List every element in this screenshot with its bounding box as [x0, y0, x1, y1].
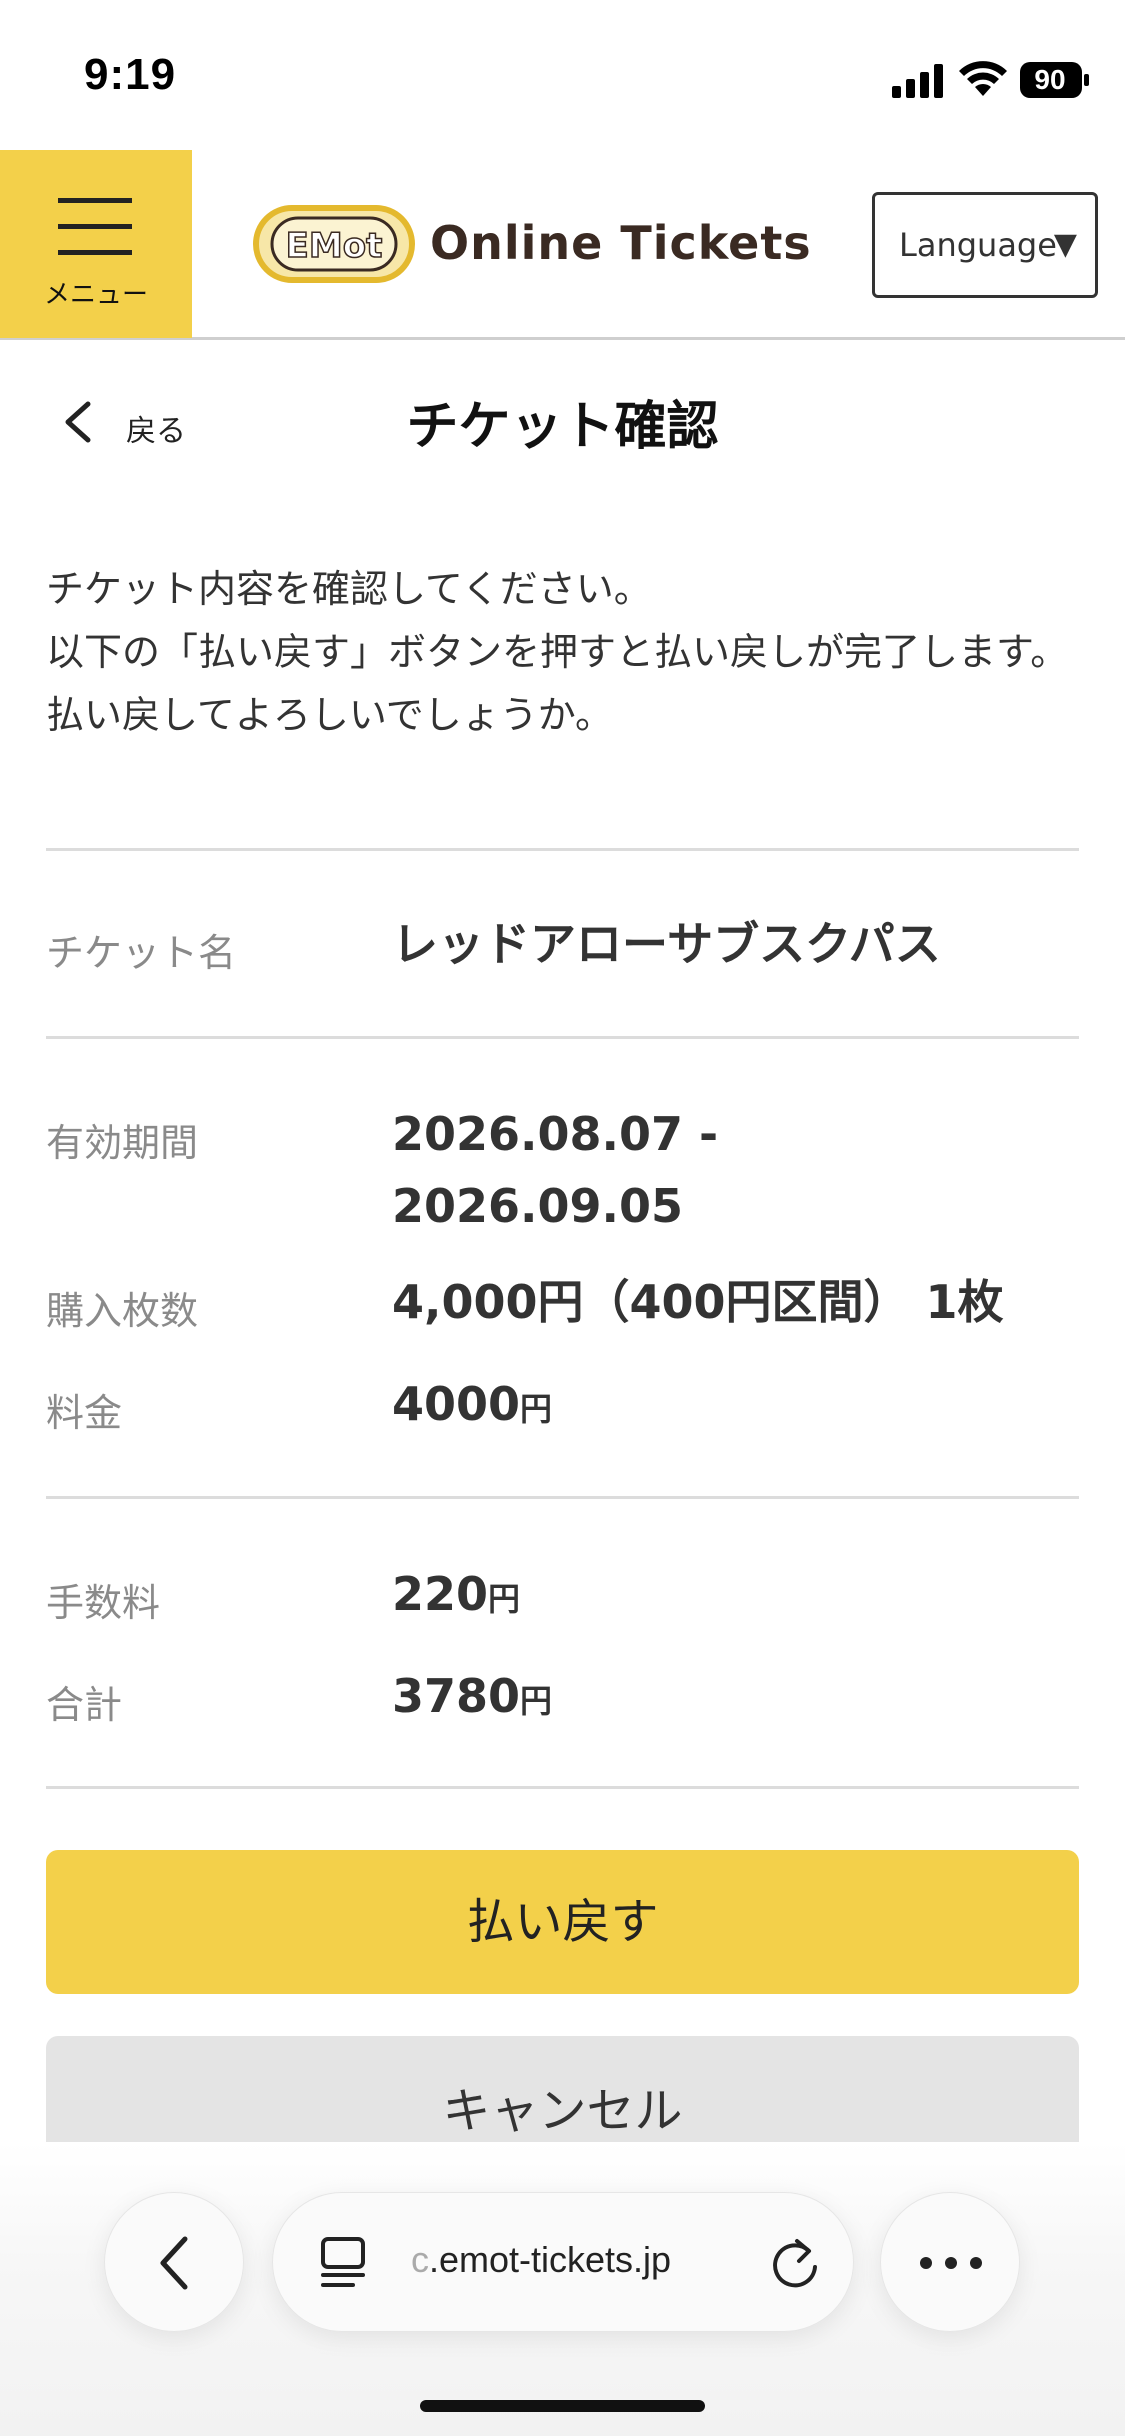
ticket-name-label: チケット名: [46, 931, 237, 975]
url-domain: .emot-tickets.jp: [429, 2239, 672, 2280]
cellular-signal-icon: [892, 64, 943, 98]
address-bar[interactable]: c.emot-tickets.jp: [272, 2192, 854, 2332]
menu-label: メニュー: [43, 280, 148, 310]
wifi-icon: [959, 61, 1007, 96]
fee-label: 手数料: [46, 1581, 161, 1625]
dropdown-arrow-icon: ▼: [1053, 227, 1077, 262]
home-indicator: [420, 2400, 705, 2412]
logo-text: Online Tickets: [430, 216, 812, 270]
status-time: 9:19: [84, 50, 177, 99]
quantity-label: 購入枚数: [46, 1289, 199, 1333]
browser-back-button[interactable]: [104, 2192, 244, 2332]
divider: [46, 1786, 1079, 1789]
divider: [46, 848, 1079, 851]
reload-icon[interactable]: [769, 2235, 821, 2291]
divider: [46, 1496, 1079, 1499]
cancel-button[interactable]: キャンセル: [46, 2036, 1079, 2142]
quantity-value: 4,000円（400円区間） 1枚: [392, 1275, 1004, 1329]
language-select[interactable]: Language ▼: [872, 192, 1098, 298]
intro-message: チケット内容を確認してください。 以下の「払い戻す」ボタンを押すと払い戻しが完了…: [46, 558, 1076, 747]
battery-level: 90: [1034, 64, 1066, 95]
price-label: 料金: [46, 1391, 123, 1435]
total-value: 3780円: [392, 1660, 552, 1737]
menu-button[interactable]: メニュー: [0, 150, 192, 338]
total-unit: 円: [520, 1682, 553, 1720]
hamburger-menu-icon: [58, 198, 132, 255]
tab-overview-icon: [321, 2237, 365, 2287]
price-amount: 4000: [392, 1377, 521, 1431]
page-title: チケット確認: [406, 397, 719, 457]
validity-label: 有効期間: [46, 1121, 199, 1165]
fee-unit: 円: [488, 1580, 521, 1618]
browser-more-button[interactable]: [880, 2192, 1020, 2332]
price-value: 4000円: [392, 1368, 552, 1445]
url-faded-prefix: c: [411, 2239, 429, 2280]
chevron-left-icon: [160, 2236, 188, 2290]
fee-value: 220円: [392, 1558, 520, 1635]
divider: [46, 1036, 1079, 1039]
total-label: 合計: [46, 1683, 123, 1727]
status-bar: 9:19 90: [0, 0, 1125, 150]
site-header: メニュー EMot Online Tickets Language ▼: [0, 150, 1125, 340]
intro-line-2: 以下の「払い戻す」ボタンを押すと払い戻しが完了します。: [46, 630, 1069, 674]
validity-end: 2026.09.05: [392, 1179, 684, 1233]
refund-button[interactable]: 払い戻す: [46, 1850, 1079, 1994]
more-dots-icon: [920, 2257, 982, 2269]
logo-mark-text: EMot: [286, 226, 383, 266]
total-amount: 3780: [392, 1669, 521, 1723]
emot-logo-icon: EMot: [253, 205, 415, 283]
price-unit: 円: [520, 1390, 553, 1428]
url-text: c.emot-tickets.jp: [411, 2239, 671, 2281]
fee-amount: 220: [392, 1567, 489, 1621]
intro-line-3: 払い戻してよろしいでしょうか。: [46, 693, 613, 737]
language-label: Language: [899, 226, 1057, 264]
intro-line-1: チケット内容を確認してください。: [46, 567, 652, 611]
validity-start: 2026.08.07 -: [392, 1107, 719, 1161]
ticket-name-value: レッドアローサブスクパス: [392, 917, 941, 971]
